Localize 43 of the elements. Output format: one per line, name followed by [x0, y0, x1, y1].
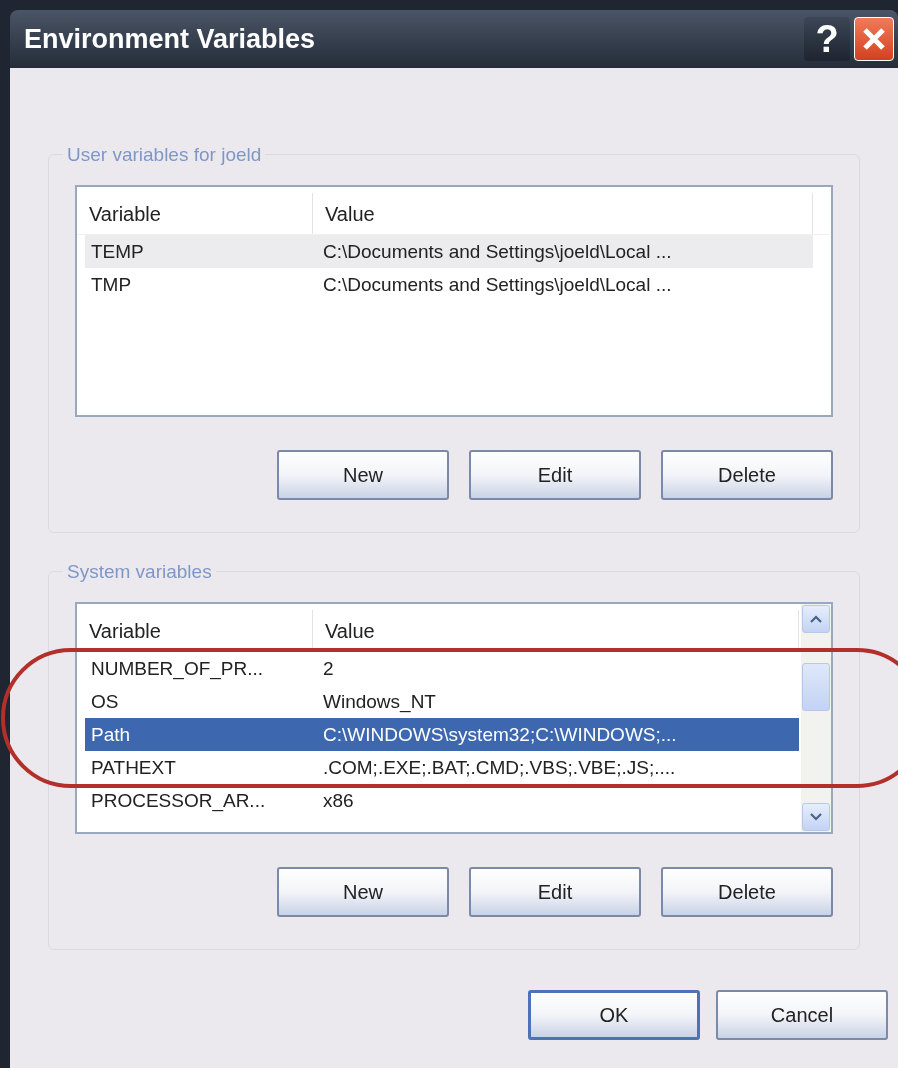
- column-header[interactable]: Variable: [77, 610, 313, 651]
- dialog-button[interactable]: Delete: [661, 867, 833, 917]
- column-header[interactable]: Value: [313, 193, 813, 234]
- window-title: Environment Variables: [24, 22, 316, 56]
- scroll-down-button[interactable]: [802, 803, 830, 831]
- dialog-button[interactable]: Cancel: [716, 990, 888, 1040]
- dialog-button[interactable]: Edit: [469, 867, 641, 917]
- list-row[interactable]: PROCESSOR_AR... x86: [85, 784, 799, 817]
- variable-name: TEMP: [90, 242, 145, 261]
- close-button[interactable]: [854, 17, 894, 61]
- variable-value: Windows_NT: [322, 692, 437, 711]
- variable-name: Path: [90, 725, 132, 744]
- dialog-button[interactable]: Edit: [469, 450, 641, 500]
- variable-name: OS: [90, 692, 120, 711]
- variable-value: C:\Documents and Settings\joeld\Local ...: [322, 275, 673, 294]
- chevron-down-icon: [810, 813, 822, 821]
- variable-value: .COM;.EXE;.BAT;.CMD;.VBS;.VBE;.JS;....: [322, 758, 677, 777]
- variable-value: x86: [322, 791, 355, 810]
- dialog-button[interactable]: New: [277, 450, 449, 500]
- chevron-up-icon: [810, 615, 822, 623]
- variable-name: PROCESSOR_AR...: [90, 791, 267, 810]
- scroll-thumb[interactable]: [802, 663, 830, 711]
- list-row[interactable]: TEMP C:\Documents and Settings\joeld\Local ...: [85, 235, 813, 268]
- list-row[interactable]: TMP C:\Documents and Settings\joeld\Local ...: [85, 268, 813, 301]
- close-icon: [861, 26, 887, 52]
- list-row[interactable]: NUMBER_OF_PR... 2: [85, 652, 799, 685]
- list-row[interactable]: PATHEXT .COM;.EXE;.BAT;.CMD;.VBS;.VBE;.JS;....: [85, 751, 799, 784]
- scroll-up-button[interactable]: [802, 605, 830, 633]
- variable-name: NUMBER_OF_PR...: [90, 659, 265, 678]
- default-button[interactable]: OK: [528, 990, 700, 1040]
- variable-value: 2: [322, 659, 335, 678]
- help-button[interactable]: ?: [804, 17, 850, 61]
- dialog-button[interactable]: Delete: [661, 450, 833, 500]
- column-header[interactable]: Variable: [77, 193, 313, 234]
- variable-value: C:\WINDOWS\system32;C:\WINDOWS;...: [322, 725, 678, 744]
- list-row[interactable]: Path C:\WINDOWS\system32;C:\WINDOWS;...: [85, 718, 799, 751]
- scrollbar[interactable]: [801, 604, 831, 832]
- variable-name: TMP: [90, 275, 133, 294]
- list-row[interactable]: OS Windows_NT: [85, 685, 799, 718]
- variable-value: C:\Documents and Settings\joeld\Local ...: [322, 242, 673, 261]
- variable-name: PATHEXT: [90, 758, 177, 777]
- column-header[interactable]: Value: [313, 610, 799, 651]
- dialog-button[interactable]: New: [277, 867, 449, 917]
